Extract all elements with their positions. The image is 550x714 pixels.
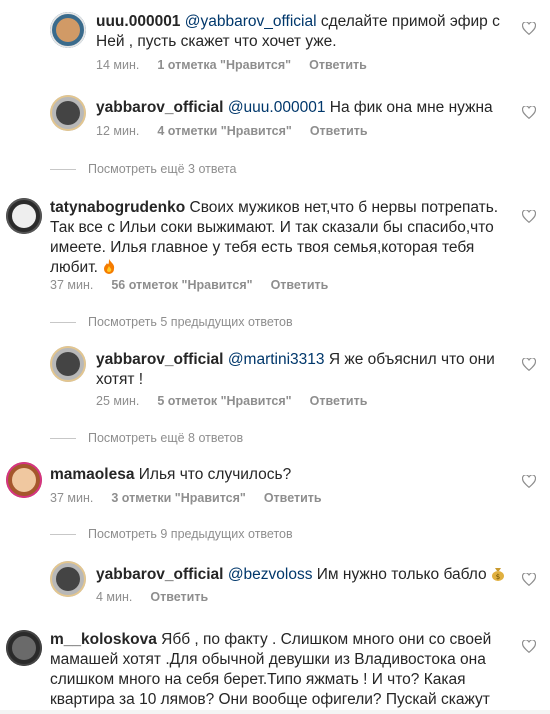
likes-count[interactable]: 56 отметок "Нравится" (111, 278, 252, 292)
comment-meta: 25 мин. 5 отметок "Нравится" Ответить (96, 394, 385, 408)
reply-button[interactable]: Ответить (150, 590, 208, 604)
comment-text: yabbarov_official @uuu.000001 На фик она… (96, 98, 493, 118)
comment-line: любит. (50, 259, 98, 276)
heart-icon[interactable] (522, 475, 536, 488)
likes-count[interactable]: 5 отметок "Нравится" (157, 394, 291, 408)
likes-count[interactable]: 4 отметки "Нравится" (157, 124, 291, 138)
svg-text:$: $ (496, 573, 500, 581)
heart-icon[interactable] (522, 106, 536, 119)
mention-link[interactable]: @yabbarov_official (185, 13, 317, 30)
comment-line: имеете. Илья главное у тебя есть твоя се… (50, 239, 475, 256)
divider-line (50, 438, 76, 440)
mention-link[interactable]: @uuu.000001 (228, 99, 326, 116)
comment-line: хотят ! (96, 371, 144, 388)
comment-line: квартира за 10 лямов? Они вообще офигели… (50, 691, 490, 708)
comment-line: Ябб , по факту . Слишком много они со св… (156, 631, 492, 648)
timestamp: 12 мин. (96, 124, 140, 138)
bottom-edge (0, 710, 550, 714)
timestamp: 37 мин. (50, 491, 94, 505)
comment-text: yabbarov_official @martini3313 Я же объя… (96, 350, 495, 390)
comment-text: yabbarov_official @bezvoloss Им нужно то… (96, 565, 505, 585)
comment-meta: 14 мин. 1 отметка "Нравится" Ответить (96, 58, 385, 72)
likes-count[interactable]: 3 отметки "Нравится" (111, 491, 245, 505)
avatar[interactable] (50, 95, 86, 131)
username[interactable]: yabbarov_official (96, 99, 224, 116)
comment-line: На фик она мне нужна (325, 99, 493, 116)
view-previous-replies[interactable]: Посмотреть 5 предыдущих ответов (50, 315, 293, 329)
heart-icon[interactable] (522, 358, 536, 371)
heart-icon[interactable] (522, 573, 536, 586)
username[interactable]: tatynabogrudenko (50, 199, 185, 216)
comment-text: mamaolesa Илья что случилось? (50, 465, 291, 485)
comment-meta: 12 мин. 4 отметки "Нравится" Ответить (96, 124, 386, 138)
mention-link[interactable]: @bezvoloss (228, 566, 313, 583)
comment-meta: 37 мин. 3 отметки "Нравится" Ответить (50, 491, 340, 505)
reply-button[interactable]: Ответить (310, 124, 368, 138)
comment-line: сделайте примой эфир с (316, 13, 500, 30)
timestamp: 14 мин. (96, 58, 140, 72)
comment-line: Я же объяснил что они (324, 351, 495, 368)
comment-line: Ней , пусть скажет что хочет уже. (96, 33, 337, 50)
comment-text: tatynabogrudenko Своих мужиков нет,что б… (50, 198, 498, 278)
avatar[interactable] (50, 12, 86, 48)
view-previous-label: Посмотреть 5 предыдущих ответов (88, 315, 293, 329)
avatar[interactable] (6, 630, 42, 666)
heart-icon[interactable] (522, 640, 536, 653)
reply-button[interactable]: Ответить (264, 491, 322, 505)
comment-line: Илья что случилось? (134, 466, 292, 483)
heart-icon[interactable] (522, 22, 536, 35)
comment-text: m__koloskova Ябб , по факту . Слишком мн… (50, 630, 491, 710)
mention-link[interactable]: @martini3313 (228, 351, 325, 368)
divider-line (50, 322, 76, 324)
money-bag-emoji-icon: $ (491, 568, 504, 581)
view-more-replies[interactable]: Посмотреть ещё 3 ответа (50, 162, 236, 176)
divider-line (50, 534, 76, 536)
avatar[interactable] (50, 561, 86, 597)
heart-icon[interactable] (522, 210, 536, 223)
username[interactable]: yabbarov_official (96, 566, 224, 583)
comment-line: мамашей хотят .Для обычной девушки из Вл… (50, 651, 486, 668)
likes-count[interactable]: 1 отметка "Нравится" (157, 58, 291, 72)
reply-button[interactable]: Ответить (310, 394, 368, 408)
comment-text: uuu.000001 @yabbarov_official сделайте п… (96, 12, 500, 52)
view-previous-replies[interactable]: Посмотреть 9 предыдущих ответов (50, 527, 293, 541)
username[interactable]: mamaolesa (50, 466, 134, 483)
avatar[interactable] (6, 198, 42, 234)
comment-line: Им нужно только бабло (312, 566, 487, 583)
username[interactable]: yabbarov_official (96, 351, 224, 368)
timestamp: 4 мин. (96, 590, 133, 604)
avatar[interactable] (6, 462, 42, 498)
divider-line (50, 169, 76, 171)
timestamp: 37 мин. (50, 278, 94, 292)
view-previous-label: Посмотреть 9 предыдущих ответов (88, 527, 293, 541)
avatar[interactable] (50, 346, 86, 382)
username[interactable]: m__koloskova (50, 631, 157, 648)
reply-button[interactable]: Ответить (271, 278, 329, 292)
view-more-label: Посмотреть ещё 8 ответов (88, 431, 244, 445)
timestamp: 25 мин. (96, 394, 140, 408)
comment-line: слишком много на себя берет.Типо яжмать … (50, 671, 466, 688)
reply-button[interactable]: Ответить (309, 58, 367, 72)
comment-line: Так все с Ильи соки выжимают. И так сказ… (50, 219, 494, 236)
view-more-replies[interactable]: Посмотреть ещё 8 ответов (50, 431, 243, 445)
view-more-label: Посмотреть ещё 3 ответа (88, 162, 237, 176)
comment-meta: 4 мин. Ответить (96, 590, 226, 604)
comment-meta: 37 мин. 56 отметок "Нравится" Ответить (50, 278, 346, 292)
username[interactable]: uuu.000001 (96, 13, 180, 30)
comment-line: Своих мужиков нет,что б нервы потрепать. (185, 199, 499, 216)
fire-emoji-icon (104, 259, 115, 274)
